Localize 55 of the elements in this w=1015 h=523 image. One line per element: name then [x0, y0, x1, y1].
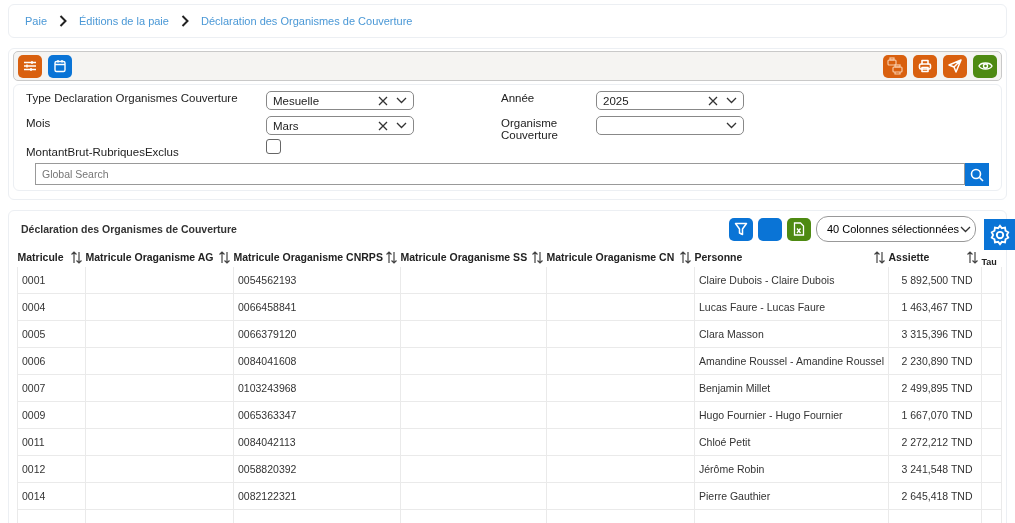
table-cell: 0058820392 [233, 455, 401, 483]
table-cell: Lucas Faure - Lucas Faure [694, 293, 889, 321]
table-cell: 0012 [17, 455, 86, 483]
table-cell: 2 645,418 TND [888, 482, 982, 510]
column-header[interactable]: Matricule [17, 250, 86, 264]
table-cell: 0054562193 [233, 267, 401, 294]
table-cell: 3 315,396 TND [888, 320, 982, 348]
table-cell: 0011 [17, 428, 86, 456]
column-header[interactable]: Matricule Oraganisme SS [400, 250, 547, 264]
table-cell: Chloé Petit [694, 428, 889, 456]
column-select[interactable]: 40 Colonnes sélectionnées [816, 216, 976, 242]
column-header[interactable]: Personne [694, 250, 889, 264]
field-label: Organisme Couverture [501, 116, 559, 141]
column-header[interactable]: Matricule Oraganisme CNRPS [233, 250, 401, 264]
table-cell: Pierre Gauthier [694, 482, 889, 510]
table-cell: 0082122321 [233, 482, 401, 510]
table-cell: 3 241,548 TND [888, 455, 982, 483]
table-cell: 0014 [17, 482, 86, 510]
column-header[interactable]: Assiette [888, 250, 982, 264]
field-label: MontantBrut-RubriquesExclus [26, 145, 180, 158]
table-cell: Hugo Fournier - Hugo Fournier [694, 401, 889, 429]
table-cell: 0066458841 [233, 293, 401, 321]
table-cell: 2 272,212 TND [888, 428, 982, 456]
dropdown-field[interactable]: Mesuelle [266, 91, 414, 110]
table-cell: 0004 [17, 293, 86, 321]
table-cell: 0009 [17, 401, 86, 429]
table-cell: Claire Dubois - Claire Dubois [694, 267, 889, 294]
table-cell: 2 499,895 TND [888, 374, 982, 402]
table-title: Déclaration des Organismes de Couverture [21, 223, 237, 235]
table-cell: Amandine Roussel - Amandine Roussel [694, 347, 889, 375]
column-header[interactable]: Matricule Oraganisme AG [85, 250, 234, 264]
table-cell: 0084042113 [233, 428, 401, 456]
table-cell: 0084041608 [233, 347, 401, 375]
table-cell: 5 892,500 TND [888, 267, 982, 294]
field-label: Mois [26, 116, 52, 131]
dropdown-field[interactable]: 2025 [596, 91, 744, 110]
table-cell: 0006 [17, 347, 86, 375]
column-header[interactable]: Tau [981, 257, 1002, 267]
table-cell: 0007 [17, 374, 86, 402]
table-cell: 0103243968 [233, 374, 401, 402]
table-cell: 0001 [17, 267, 86, 294]
table-cell: Benjamin Millet [694, 374, 889, 402]
table-cell: 0005 [17, 320, 86, 348]
field-label: Année [501, 91, 536, 106]
field-label: Type Declaration Organismes Couverture [26, 91, 239, 106]
table-cell: 0066379120 [233, 320, 401, 348]
column-header[interactable]: Matricule Oraganisme CN [546, 250, 695, 264]
search-field[interactable]: Global Search [35, 163, 965, 185]
table-cell: Jérôme Robin [694, 455, 889, 483]
dropdown-field[interactable]: Mars [266, 116, 414, 135]
table-cell: 2 230,890 TND [888, 347, 982, 375]
table-cell: 1 463,467 TND [888, 293, 982, 321]
table-cell: 0065363347 [233, 401, 401, 429]
table-cell: Clara Masson [694, 320, 889, 348]
table-cell: 1 667,070 TND [888, 401, 982, 429]
